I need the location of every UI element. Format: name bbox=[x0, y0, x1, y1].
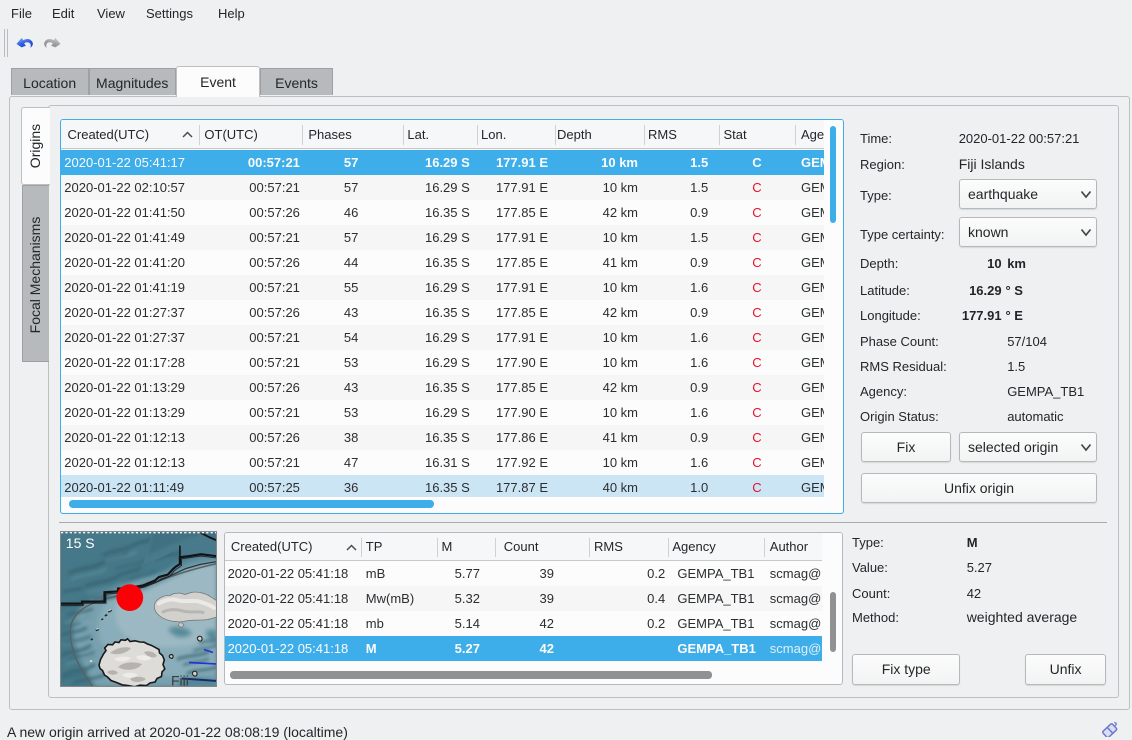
svg-text:Fiji: Fiji bbox=[171, 672, 189, 687]
svg-text:15 S: 15 S bbox=[66, 535, 95, 551]
